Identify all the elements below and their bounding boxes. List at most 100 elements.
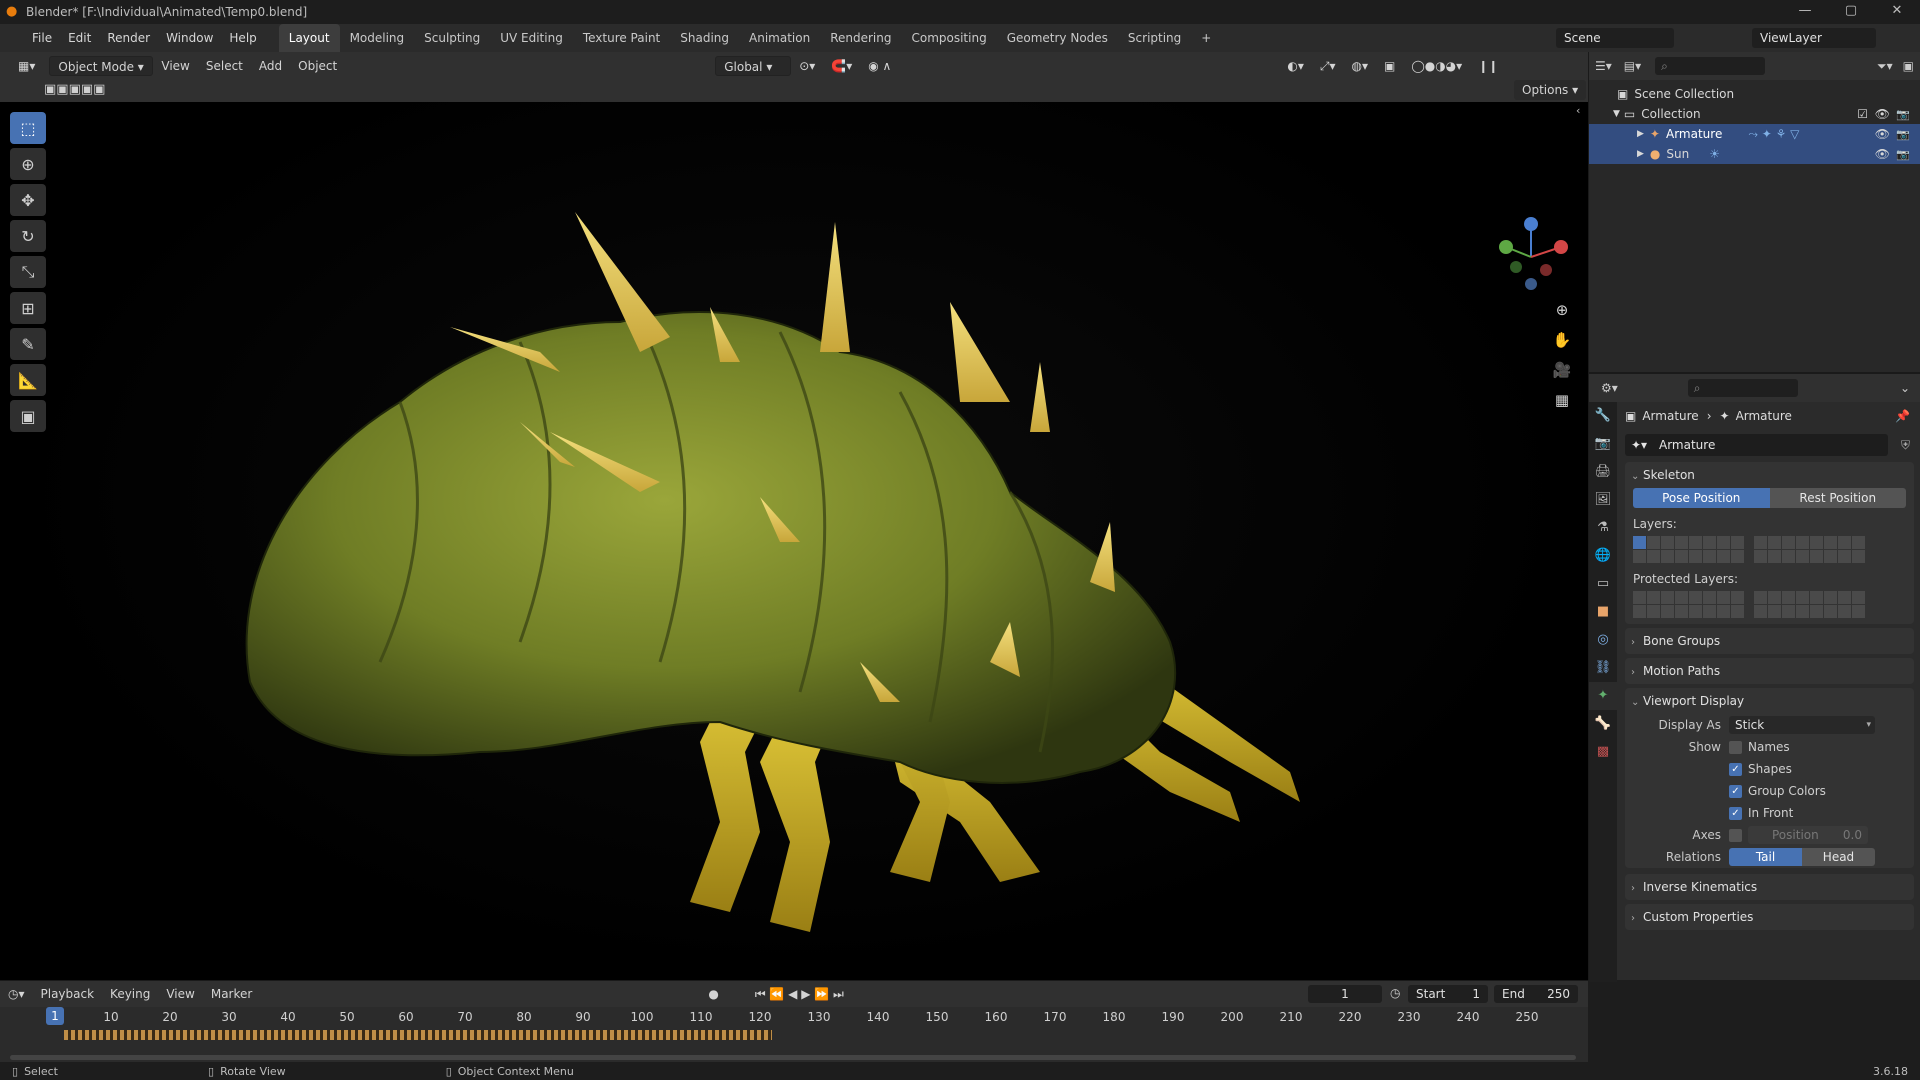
playback-controls-icons[interactable]: ⏮ ⏪ ◀ ▶ ⏩ ⏭: [747, 987, 852, 1002]
record-icon[interactable]: ●: [700, 987, 726, 1001]
axes-position-field[interactable]: Position 0.0: [1748, 826, 1868, 844]
custom-properties-panel[interactable]: › Custom Properties: [1625, 904, 1914, 930]
timeline-scrollbar[interactable]: [10, 1055, 1576, 1060]
start-frame-field[interactable]: Start 1: [1408, 985, 1488, 1003]
output-tab-icon[interactable]: 🖨: [1589, 458, 1617, 486]
tab-geometry-nodes[interactable]: Geometry Nodes: [997, 24, 1118, 52]
view-layer-tab-icon[interactable]: 🖼: [1589, 486, 1617, 514]
head-button[interactable]: Head: [1802, 848, 1875, 866]
perspective-grid-icon[interactable]: ▦: [1550, 388, 1574, 412]
tab-compositing[interactable]: Compositing: [901, 24, 996, 52]
shapes-checkbox[interactable]: ✓: [1729, 762, 1742, 776]
outliner-row-armature[interactable]: ▶ ✦ Armature ⤳ ✦ ⚘ ▽ 👁 📷: [1589, 124, 1920, 144]
visibility-eye-icon[interactable]: 👁: [1875, 127, 1890, 141]
neg-z-axis-handle[interactable]: [1525, 278, 1537, 290]
tab-shading[interactable]: Shading: [670, 24, 739, 52]
options-dropdown[interactable]: Options ▾: [1514, 80, 1587, 100]
render-camera-icon[interactable]: 📷: [1896, 128, 1910, 141]
bone-tab-icon[interactable]: 🦴: [1589, 710, 1617, 738]
visibility-eye-icon[interactable]: 👁: [1875, 147, 1890, 161]
pause-render-icon[interactable]: ❙❙: [1470, 56, 1506, 76]
menu-select[interactable]: Select: [198, 56, 251, 76]
layers-group-2[interactable]: [1754, 536, 1865, 563]
timeline-editor-icon[interactable]: ◷▾: [0, 987, 33, 1001]
pin-icon[interactable]: 📌: [1895, 409, 1910, 423]
pivot-icon[interactable]: ⊙▾: [791, 56, 823, 76]
proportional-edit-icon[interactable]: ◉ ∧: [860, 56, 899, 76]
menu-view[interactable]: View: [153, 56, 197, 76]
menu-playback[interactable]: Playback: [33, 987, 103, 1001]
measure-tool-icon[interactable]: 📐: [10, 364, 46, 396]
overlay-toggle-icon[interactable]: ◍▾: [1343, 56, 1376, 76]
add-cube-tool-icon[interactable]: ▣: [10, 400, 46, 432]
exclude-checkbox-icon[interactable]: ☑: [1857, 107, 1868, 121]
menu-help[interactable]: Help: [221, 31, 264, 45]
outliner-editor-icon[interactable]: ☰▾: [1595, 59, 1612, 73]
new-collection-icon[interactable]: ▣: [1903, 59, 1914, 73]
navigation-gizmo[interactable]: [1486, 212, 1576, 302]
neg-y-axis-handle[interactable]: [1510, 261, 1522, 273]
keyframes-track[interactable]: [0, 1027, 1588, 1043]
texture-tab-icon[interactable]: ▩: [1589, 738, 1617, 766]
toggle-sidebar-arrow-icon[interactable]: ‹: [1576, 104, 1580, 117]
menu-marker[interactable]: Marker: [203, 987, 260, 1001]
gizmo-toggle-icon[interactable]: ⤢▾: [1312, 56, 1344, 76]
tail-button[interactable]: Tail: [1729, 848, 1802, 866]
rest-position-button[interactable]: Rest Position: [1769, 488, 1906, 508]
selection-mode-icons[interactable]: ▣▣▣▣▣: [44, 82, 105, 97]
menu-object[interactable]: Object: [290, 56, 345, 76]
tab-sculpting[interactable]: Sculpting: [414, 24, 490, 52]
maximize-button[interactable]: ▢: [1828, 0, 1874, 24]
in-front-checkbox[interactable]: ✓: [1729, 806, 1742, 820]
tool-tab-icon[interactable]: 🔧: [1589, 402, 1617, 430]
clock-icon[interactable]: ◷: [1390, 986, 1400, 1000]
object-mode-dropdown[interactable]: Object Mode ▾: [49, 56, 154, 76]
move-tool-icon[interactable]: ✥: [10, 184, 46, 216]
protected-layers-group-1[interactable]: [1633, 591, 1744, 618]
outliner-row-collection[interactable]: ▼ ▭ Collection ☑ 👁 📷: [1589, 104, 1920, 124]
3d-viewport[interactable]: ⊕ ✋ 🎥 ▦ ‹: [0, 102, 1588, 980]
visibility-icon[interactable]: ◐▾: [1279, 56, 1312, 76]
constraints-tab-icon[interactable]: ⛓: [1589, 654, 1617, 682]
expand-arrow-icon[interactable]: ▶: [1637, 149, 1644, 159]
shading-modes-icon[interactable]: ◯●◑◕▾: [1403, 56, 1470, 76]
camera-view-icon[interactable]: 🎥: [1550, 358, 1574, 382]
annotate-tool-icon[interactable]: ✎: [10, 328, 46, 360]
inverse-kinematics-panel[interactable]: › Inverse Kinematics: [1625, 874, 1914, 900]
tab-animation[interactable]: Animation: [739, 24, 820, 52]
select-box-tool-icon[interactable]: ⬚: [10, 112, 46, 144]
transform-orientation-dropdown[interactable]: Global ▾: [715, 56, 792, 76]
filter-icon[interactable]: ⏷▾: [1877, 59, 1893, 74]
zoom-icon[interactable]: ⊕: [1550, 298, 1574, 322]
pose-position-button[interactable]: Pose Position: [1633, 488, 1770, 508]
menu-keying[interactable]: Keying: [102, 987, 158, 1001]
tab-modeling[interactable]: Modeling: [340, 24, 415, 52]
current-frame-field[interactable]: 1: [1308, 985, 1382, 1003]
menu-add[interactable]: Add: [251, 56, 290, 76]
outliner-search-input[interactable]: ⌕: [1655, 57, 1766, 75]
world-tab-icon[interactable]: 🌐: [1589, 542, 1617, 570]
chevron-down-icon[interactable]: ⌄: [1900, 381, 1910, 395]
scene-selector[interactable]: Scene: [1556, 28, 1674, 48]
playhead[interactable]: 1: [46, 1007, 64, 1025]
rotate-tool-icon[interactable]: ↻: [10, 220, 46, 252]
outliner-row-scene-collection[interactable]: ▣ Scene Collection: [1589, 84, 1920, 104]
names-checkbox[interactable]: [1729, 740, 1742, 754]
scale-tool-icon[interactable]: ⤡: [10, 256, 46, 288]
viewport-display-header[interactable]: ⌄ Viewport Display: [1625, 688, 1914, 714]
tab-rendering[interactable]: Rendering: [820, 24, 901, 52]
menu-edit[interactable]: Edit: [60, 31, 99, 45]
z-axis-handle[interactable]: [1524, 217, 1538, 231]
view-layer-selector[interactable]: ViewLayer: [1752, 28, 1876, 48]
menu-render[interactable]: Render: [99, 31, 158, 45]
x-axis-handle[interactable]: [1554, 240, 1568, 254]
properties-search-input[interactable]: ⌕: [1687, 379, 1798, 397]
render-camera-icon[interactable]: 📷: [1896, 108, 1910, 121]
close-button[interactable]: ✕: [1874, 0, 1920, 24]
snap-icon[interactable]: 🧲▾: [823, 56, 860, 76]
scene-tab-icon[interactable]: ⚗: [1589, 514, 1617, 542]
bone-groups-panel[interactable]: › Bone Groups: [1625, 628, 1914, 654]
tab-texture-paint[interactable]: Texture Paint: [573, 24, 670, 52]
neg-x-axis-handle[interactable]: [1540, 264, 1552, 276]
expand-arrow-icon[interactable]: ▼: [1613, 109, 1620, 119]
